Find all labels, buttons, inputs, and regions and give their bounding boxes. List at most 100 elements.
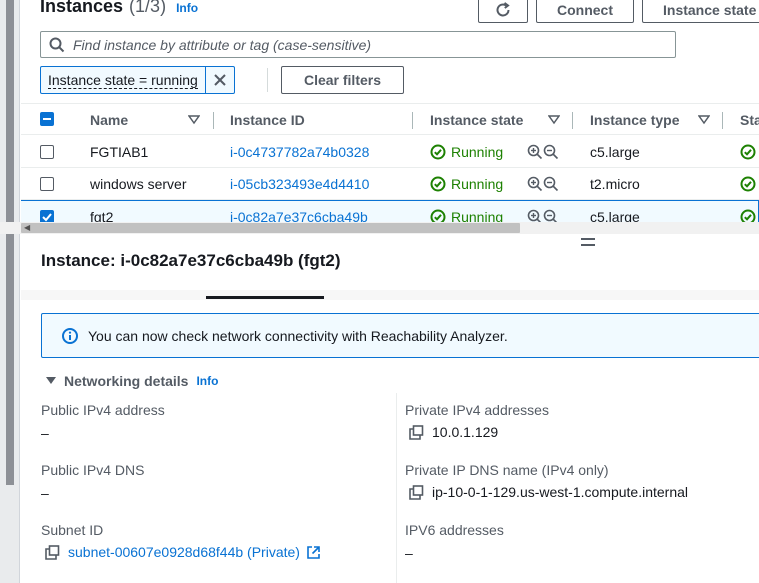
row-checkbox[interactable] [40,145,54,159]
copy-icon[interactable] [409,484,424,500]
instance-state-dropdown[interactable]: Instance state [642,0,759,23]
info-link[interactable]: Info [176,1,198,15]
column-divider[interactable] [213,112,214,129]
status-check [740,168,756,200]
ipv6-label: IPV6 addresses [405,522,504,538]
status-check [740,201,756,222]
select-all-checkbox[interactable] [40,112,54,126]
info-icon [62,327,78,344]
instance-name: FGTIAB1 [90,144,149,160]
instances-header: Instances (1/3) Info [40,0,198,24]
instance-id-link[interactable]: i-05cb323493e4d4410 [230,168,369,200]
filter-token-label[interactable]: Instance state = running [41,67,206,93]
instance-name: windows server [90,176,187,192]
detail-tab-bar [21,290,759,300]
connect-button[interactable]: Connect [536,0,634,23]
sort-icon[interactable] [698,115,710,125]
column-header-instance-state[interactable]: Instance state [430,104,523,136]
table-row-selected[interactable]: fgt2 i-0c82a7e37c6cba49b Running c5.larg… [21,200,759,222]
rail-divider [19,0,20,583]
instance-state: Running [430,201,503,222]
sort-icon[interactable] [188,115,200,125]
zoom-controls [527,136,559,168]
private-dns-row: ip-10-0-1-129.us-west-1.compute.internal [409,484,688,500]
selection-count: (1/3) [129,0,167,16]
remove-filter-button[interactable] [206,67,234,93]
sort-icon[interactable] [548,115,560,125]
column-header-status-check[interactable]: Sta [740,104,759,136]
check-circle-icon [430,209,446,222]
check-circle-icon [430,176,446,192]
copy-icon[interactable] [409,424,424,440]
column-divider[interactable] [722,112,723,129]
instance-state: Running [430,136,503,168]
page-title: Instances [40,0,124,16]
row-checkbox[interactable] [40,177,54,191]
public-dns-label: Public IPv4 DNS [41,462,145,478]
check-circle-icon [740,144,756,160]
detail-title: Instance: i-0c82a7e37c6cba49b (fgt2) [41,251,341,270]
subnet-id-link[interactable]: subnet-00607e0928d68f44b (Private) [68,544,300,560]
check-circle-icon [740,176,756,192]
close-icon [214,74,226,86]
private-ipv4-value: 10.0.1.129 [432,424,499,440]
instance-type: c5.large [590,209,640,222]
horizontal-scrollbar-thumb[interactable] [21,223,520,233]
subnet-id-label: Subnet ID [41,522,104,538]
external-link-icon[interactable] [306,545,321,560]
clear-filters-button[interactable]: Clear filters [281,66,404,94]
search-input[interactable]: Find instance by attribute or tag (case-… [40,31,676,58]
column-header-instance-type[interactable]: Instance type [590,104,679,136]
refresh-button[interactable] [478,0,528,23]
refresh-icon [496,2,510,17]
resize-handle-icon[interactable] [581,238,595,246]
row-checkbox[interactable] [40,210,54,222]
column-divider[interactable] [572,112,573,129]
zoom-out-icon[interactable] [543,209,559,222]
check-circle-icon [430,144,446,160]
copy-icon[interactable] [45,544,60,560]
private-ipv4-label: Private IPv4 addresses [405,402,549,418]
section-info-link[interactable]: Info [196,374,218,388]
zoom-in-icon[interactable] [527,144,543,160]
column-header-name[interactable]: Name [90,104,128,136]
info-alert: You can now check network connectivity w… [41,313,759,358]
column-divider [396,393,397,583]
private-dns-value: ip-10-0-1-129.us-west-1.compute.internal [432,484,689,500]
check-circle-icon [740,209,756,222]
zoom-out-icon[interactable] [543,176,559,192]
filter-divider [267,68,268,92]
instance-type: t2.micro [590,176,640,192]
table-header: Name Instance ID Instance state Instance… [21,103,759,135]
instances-panel: Instances (1/3) Info Connect Instance st… [21,0,759,222]
scroll-left-arrow-icon[interactable]: ◀ [24,223,30,232]
private-dns-label: Private IP DNS name (IPv4 only) [405,462,609,478]
zoom-controls [527,168,559,200]
column-divider[interactable] [412,112,413,129]
zoom-in-icon[interactable] [527,209,543,222]
instance-id-link[interactable]: i-0c82a7e37c6cba49b [230,201,368,222]
instance-id-link[interactable]: i-0c4737782a74b0328 [230,136,369,168]
networking-details-toggle[interactable]: Networking details Info [45,372,218,390]
table-row[interactable]: FGTIAB1 i-0c4737782a74b0328 Running c5.l… [21,136,759,168]
public-ipv4-label: Public IPv4 address [41,402,165,418]
left-rail [0,0,20,583]
table-row[interactable]: windows server i-05cb323493e4d4410 Runni… [21,168,759,200]
search-icon [49,37,65,52]
public-dns-value: – [41,485,49,501]
zoom-in-icon[interactable] [527,176,543,192]
alert-text: You can now check network connectivity w… [88,327,508,344]
private-ipv4-row: 10.0.1.129 [409,424,498,440]
public-ipv4-value: – [41,425,49,441]
rail-scrollbar[interactable] [6,0,14,485]
ipv6-value: – [405,545,413,561]
section-title: Networking details [64,373,189,389]
instance-state: Running [430,168,503,200]
caret-down-icon [46,377,56,384]
subnet-id-row: subnet-00607e0928d68f44b (Private) [45,544,321,560]
column-header-instance-id[interactable]: Instance ID [230,104,305,136]
zoom-out-icon[interactable] [543,144,559,160]
active-tab-indicator[interactable] [206,296,324,299]
search-placeholder: Find instance by attribute or tag (case-… [73,36,372,53]
instance-type: c5.large [590,144,640,160]
